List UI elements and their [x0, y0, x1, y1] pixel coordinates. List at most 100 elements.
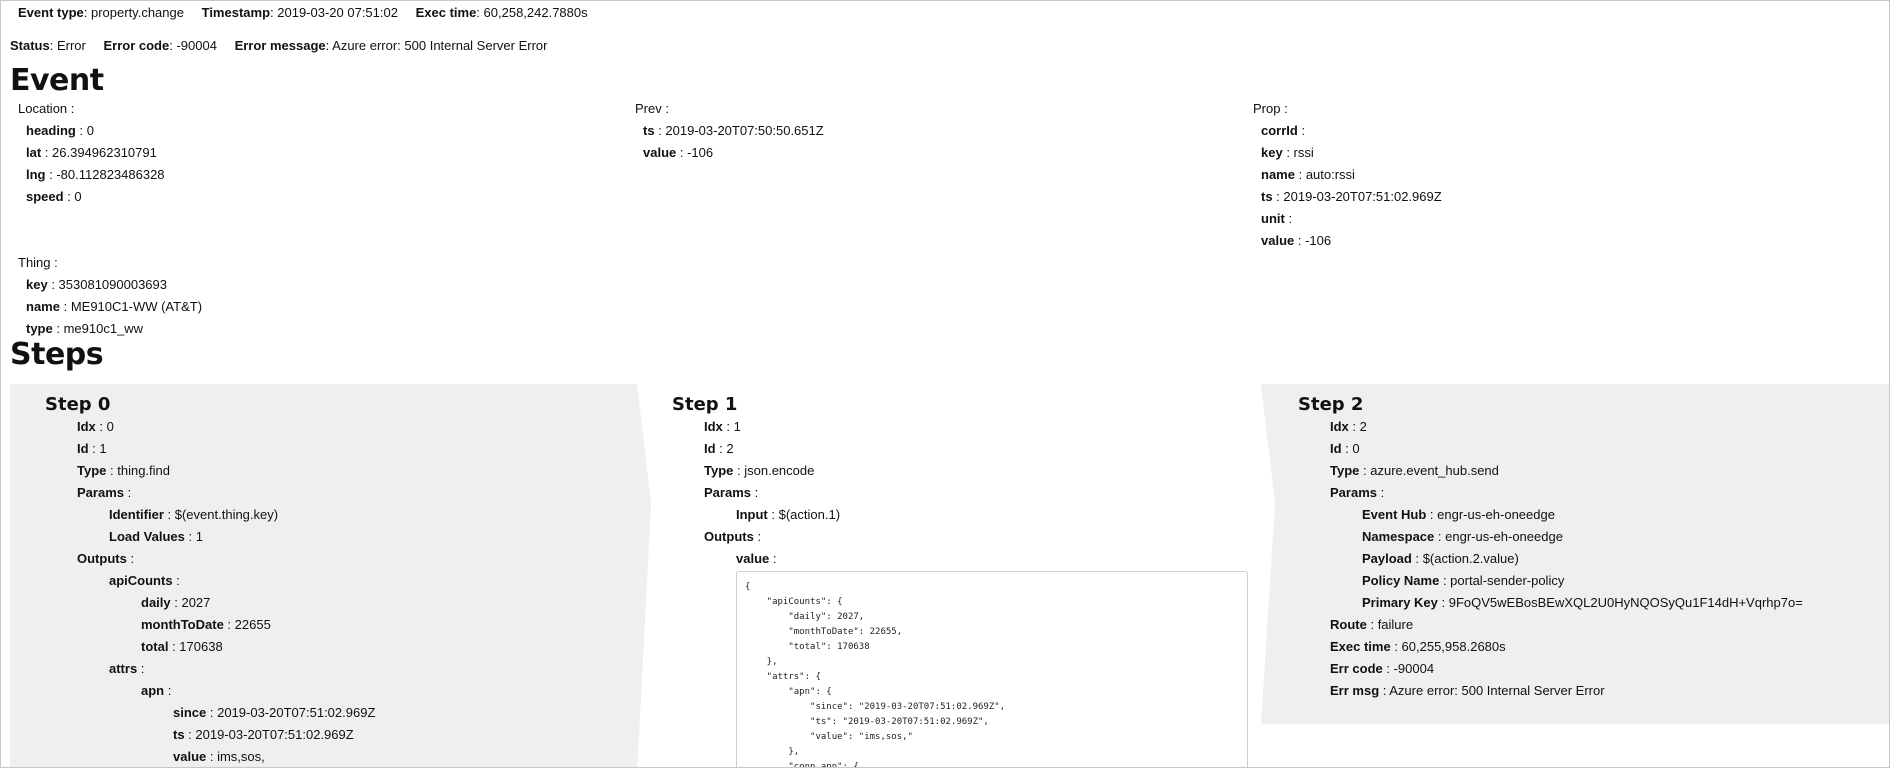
step-line-key: Route — [1330, 617, 1367, 632]
step-line: Id : 0 — [1330, 438, 1803, 460]
field-row: lat : 26.394962310791 — [26, 142, 165, 164]
field-key: lat — [26, 145, 42, 160]
step-line-separator: : — [126, 551, 135, 566]
status: Status: Error — [10, 38, 86, 53]
step-line-separator: : — [1366, 617, 1378, 632]
step-line-value: portal-sender-policy — [1450, 573, 1565, 588]
step-line-key: Primary Key — [1362, 595, 1438, 610]
field-key: ts — [643, 123, 655, 138]
step-line: Primary Key : 9FoQV5wEBosBEwXQL2U0HyNQOS… — [1330, 592, 1803, 614]
field-row: heading : 0 — [26, 120, 165, 142]
step-line: apn : — [77, 680, 375, 702]
step-line-key: Outputs — [77, 551, 127, 566]
field-row: name : auto:rssi — [1261, 164, 1442, 186]
step-1-panel-edge — [637, 384, 651, 767]
field-value: me910c1_ww — [63, 321, 144, 336]
step-line-separator: : — [223, 617, 235, 632]
step-0-title: Step 0 — [45, 394, 111, 415]
field-separator: : — [75, 123, 87, 138]
page-frame: Event type: property.change Timestamp: 2… — [0, 0, 1890, 768]
prev-section: Prev : ts : 2019-03-20T07:50:50.651Z valu… — [635, 98, 824, 164]
field-key: key — [26, 277, 48, 292]
field-key: unit — [1261, 211, 1285, 226]
step-line-key: attrs — [109, 661, 138, 676]
field-key: lng — [26, 167, 46, 182]
step-line: Params : — [77, 482, 375, 504]
step-line: apiCounts : — [77, 570, 375, 592]
step-line: Exec time : 60,255,958.2680s — [1330, 636, 1803, 658]
step-line: monthToDate : 22655 — [77, 614, 375, 636]
step-line-separator: : — [715, 441, 727, 456]
step-line-separator: : — [206, 749, 218, 764]
field-row: speed : 0 — [26, 186, 165, 208]
field-row: unit : — [1261, 208, 1442, 230]
step-line-key: Input — [736, 507, 768, 522]
error-message: Error message: Azure error: 500 Internal… — [234, 38, 548, 53]
step-1-lines: Idx : 1 Id : 2 Type : json.encode Params : … — [704, 416, 840, 570]
step-line-key: Params — [1330, 485, 1377, 500]
thing-fields: key : 353081090003693 name : ME910C1-WW (… — [18, 274, 202, 340]
step-line-key: apn — [141, 683, 165, 698]
step-line-separator: : — [163, 507, 175, 522]
step-line-separator: : — [164, 683, 172, 698]
step-line: Identifier : $(event.thing.key) — [77, 504, 375, 526]
step-line-separator: : — [733, 463, 745, 478]
step-line: Err msg : Azure error: 500 Internal Serv… — [1330, 680, 1803, 702]
field-value: 0 — [86, 123, 94, 138]
step-line: Outputs : — [77, 548, 375, 570]
step-line-separator: : — [123, 485, 132, 500]
field-separator: : — [654, 123, 666, 138]
step-line-separator: : — [95, 419, 107, 434]
location-fields: heading : 0 lat : 26.394962310791 lng : -8… — [18, 120, 165, 208]
step-0-lines: Idx : 0 Id : 1 Type : thing.find Params : I… — [77, 416, 375, 767]
step-line-value: engr-us-eh-oneedge — [1445, 529, 1563, 544]
step-line: Id : 1 — [77, 438, 375, 460]
step-line-value: json.encode — [744, 463, 815, 478]
step-line-key: total — [141, 639, 169, 654]
field-separator: : — [1294, 167, 1306, 182]
field-separator: : — [1297, 123, 1306, 138]
step-line-key: monthToDate — [141, 617, 224, 632]
step-line-key: since — [173, 705, 207, 720]
step-line: Input : $(action.1) — [704, 504, 840, 526]
step-line: value : ims,sos, — [77, 746, 375, 767]
step-line-separator: : — [1348, 419, 1360, 434]
field-value: 2019-03-20T07:50:50.651Z — [665, 123, 824, 138]
field-value: ME910C1-WW (AT&T) — [70, 299, 203, 314]
step-1-json-output[interactable]: { "apiCounts": { "daily": 2027, "monthTo… — [736, 571, 1248, 767]
field-row: value : -106 — [1261, 230, 1442, 252]
field-row: ts : 2019-03-20T07:50:50.651Z — [643, 120, 824, 142]
step-line-separator: : — [1359, 463, 1371, 478]
step-line-value: 2 — [1359, 419, 1367, 434]
step-line-key: Event Hub — [1362, 507, 1427, 522]
step-line-key: Type — [704, 463, 734, 478]
step-line-separator: : — [753, 529, 762, 544]
step-line-separator: : — [168, 639, 180, 654]
step-line: Policy Name : portal-sender-policy — [1330, 570, 1803, 592]
error-code: Error code: -90004 — [103, 38, 217, 53]
step-line-value: engr-us-eh-oneedge — [1437, 507, 1555, 522]
field-key: value — [1261, 233, 1295, 248]
location-section: Location : heading : 0 lat : 26.394962310… — [18, 98, 165, 208]
step-line-separator: : — [1411, 551, 1423, 566]
step-line-key: value — [173, 749, 207, 764]
field-separator: : — [1284, 211, 1293, 226]
step-line-key: Payload — [1362, 551, 1412, 566]
field-separator: : — [676, 145, 688, 160]
step-line: Namespace : engr-us-eh-oneedge — [1330, 526, 1803, 548]
step-line: total : 170638 — [77, 636, 375, 658]
step-line-separator: : — [1439, 573, 1451, 588]
field-key: key — [1261, 145, 1283, 160]
field-row: ts : 2019-03-20T07:51:02.969Z — [1261, 186, 1442, 208]
step-line-value: azure.event_hub.send — [1370, 463, 1499, 478]
step-line-key: Idx — [704, 419, 723, 434]
step-line-separator: : — [1376, 485, 1385, 500]
step-2-lines: Idx : 2 Id : 0 Type : azure.event_hub.send… — [1330, 416, 1803, 702]
step-line: Type : json.encode — [704, 460, 840, 482]
step-line-separator: : — [1437, 595, 1449, 610]
timestamp: Timestamp: 2019-03-20 07:51:02 — [201, 5, 398, 20]
step-line-key: apiCounts — [109, 573, 173, 588]
header-row-1: Event type: property.change Timestamp: 2… — [18, 5, 602, 20]
step-line-value: 1 — [733, 419, 741, 434]
field-key: heading — [26, 123, 76, 138]
